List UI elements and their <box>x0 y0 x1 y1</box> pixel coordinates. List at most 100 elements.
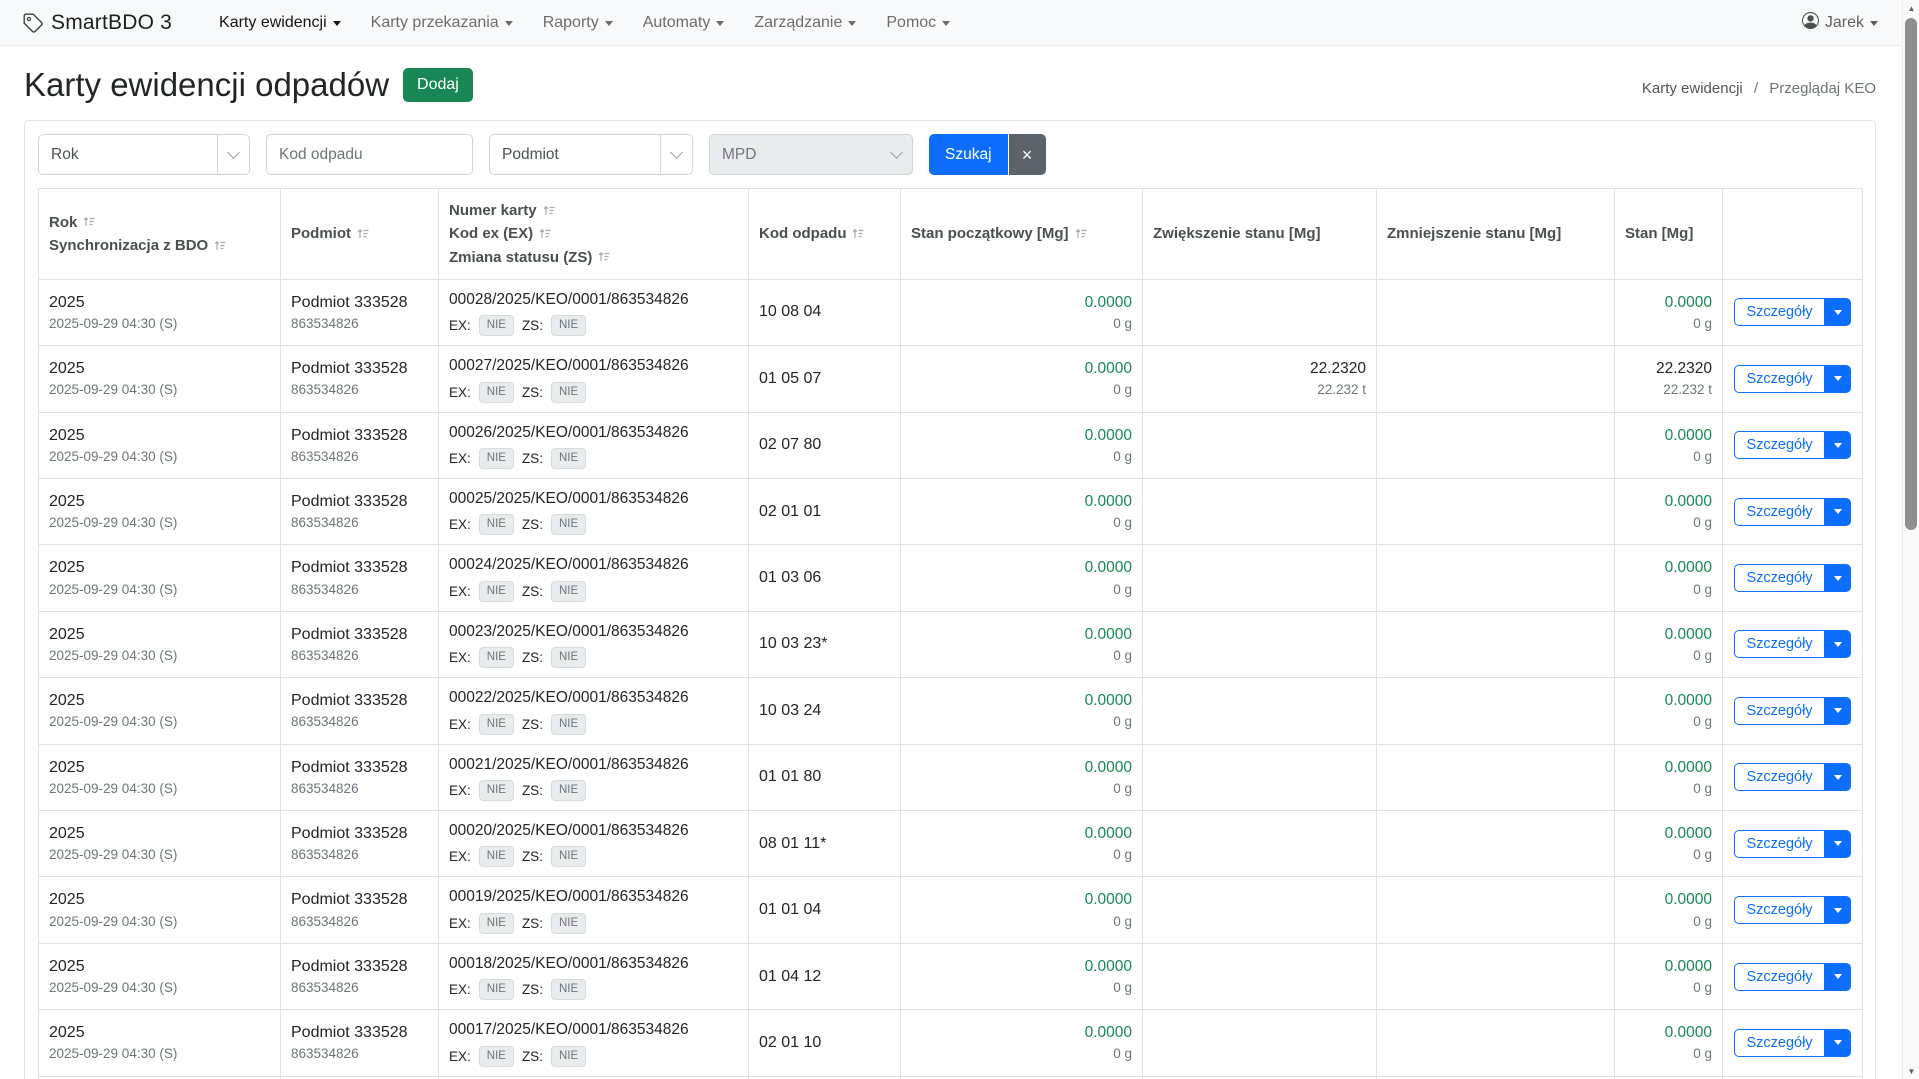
details-dropdown-toggle[interactable] <box>1825 564 1851 592</box>
details-dropdown-toggle[interactable] <box>1825 630 1851 658</box>
col-numer-karty[interactable]: Numer karty Kod ex (EX) Zmiana statusu (… <box>439 189 749 280</box>
details-dropdown-toggle[interactable] <box>1825 896 1851 924</box>
cell-kod-odpadu: 01 03 06 <box>749 545 901 611</box>
details-button[interactable]: Szczegóły <box>1734 498 1824 526</box>
details-dropdown-toggle[interactable] <box>1825 763 1851 791</box>
cell-stan-poczatkowy: 0.0000 0 g <box>901 744 1143 810</box>
col-rok-sync[interactable]: Rok Synchronizacja z BDO <box>39 189 281 280</box>
details-button[interactable]: Szczegóły <box>1734 298 1824 326</box>
cell-zwiekszenie <box>1143 611 1377 677</box>
details-button[interactable]: Szczegóły <box>1734 564 1824 592</box>
scroll-down-arrow[interactable]: ▼ <box>1903 1063 1919 1079</box>
sort-icon <box>543 205 556 217</box>
cell-zwiekszenie <box>1143 744 1377 810</box>
kod-odpadu-input[interactable] <box>266 134 473 175</box>
clear-search-button[interactable]: × <box>1009 134 1046 175</box>
cell-actions: Szczegóły <box>1723 1010 1863 1076</box>
breadcrumb-karty-ewidencji[interactable]: Karty ewidencji <box>1642 80 1743 97</box>
chevron-down-icon <box>1834 509 1842 514</box>
details-button[interactable]: Szczegóły <box>1734 431 1824 459</box>
cell-podmiot: Podmiot 333528 863534826 <box>281 877 439 943</box>
details-dropdown-toggle[interactable] <box>1825 963 1851 991</box>
cell-zmniejszenie <box>1377 877 1615 943</box>
col-stan: Stan [Mg] <box>1615 189 1723 280</box>
table-header-row: Rok Synchronizacja z BDO Podmiot Numer k… <box>39 189 1863 280</box>
cell-kod-odpadu: 02 07 80 <box>749 412 901 478</box>
cell-stan: 0.0000 0 g <box>1615 412 1723 478</box>
details-dropdown-toggle[interactable] <box>1825 498 1851 526</box>
details-button[interactable]: Szczegóły <box>1734 963 1824 991</box>
nav-item-karty-przekazania[interactable]: Karty przekazania <box>356 4 528 42</box>
cell-kod-odpadu: 01 04 12 <box>749 943 901 1009</box>
page-header: Karty ewidencji odpadów Dodaj Karty ewid… <box>0 46 1902 116</box>
col-kod-odpadu[interactable]: Kod odpadu <box>749 189 901 280</box>
ex-badge: NIE <box>479 647 514 668</box>
add-button[interactable]: Dodaj <box>403 68 473 102</box>
vertical-scrollbar[interactable]: ▲ ▼ <box>1902 0 1919 1079</box>
nav-item-karty-ewidencji[interactable]: Karty ewidencji <box>204 4 356 42</box>
details-dropdown-toggle[interactable] <box>1825 697 1851 725</box>
cell-numer-karty: 00028/2025/KEO/0001/863534826 EX: NIE ZS… <box>439 279 749 345</box>
zs-badge: NIE <box>551 979 586 1000</box>
scroll-up-arrow[interactable]: ▲ <box>1903 0 1919 16</box>
chevron-down-icon <box>1834 1040 1842 1045</box>
cell-stan: 0.0000 0 g <box>1615 744 1723 810</box>
cell-stan-poczatkowy: 0.0000 0 g <box>901 478 1143 544</box>
search-button[interactable]: Szukaj <box>929 134 1008 175</box>
cell-zmniejszenie <box>1377 1010 1615 1076</box>
cell-stan-poczatkowy: 0.0000 0 g <box>901 943 1143 1009</box>
brand[interactable]: SmartBDO 3 <box>22 11 172 35</box>
nav-item-automaty[interactable]: Automaty <box>628 4 740 42</box>
scrollbar-thumb[interactable] <box>1905 18 1917 530</box>
chevron-down-icon <box>848 21 856 26</box>
zs-badge: NIE <box>551 1046 586 1067</box>
user-menu[interactable]: Jarek <box>1802 12 1878 34</box>
rok-select[interactable]: Rok <box>38 134 250 175</box>
chevron-down-icon <box>1834 310 1842 315</box>
details-dropdown-toggle[interactable] <box>1825 830 1851 858</box>
cell-zwiekszenie: 22.2320 22.232 t <box>1143 346 1377 412</box>
cell-podmiot: Podmiot 333528 863534826 <box>281 943 439 1009</box>
sort-icon <box>852 228 865 240</box>
details-button[interactable]: Szczegóły <box>1734 896 1824 924</box>
details-button[interactable]: Szczegóły <box>1734 830 1824 858</box>
keo-table: Rok Synchronizacja z BDO Podmiot Numer k… <box>38 188 1863 1079</box>
brand-title: SmartBDO 3 <box>51 11 172 35</box>
cell-zwiekszenie <box>1143 545 1377 611</box>
cell-actions: Szczegóły <box>1723 478 1863 544</box>
nav-item-raporty[interactable]: Raporty <box>528 4 628 42</box>
details-button[interactable]: Szczegóły <box>1734 763 1824 791</box>
zs-badge: NIE <box>551 714 586 735</box>
cell-podmiot: Podmiot 333528 863534826 <box>281 478 439 544</box>
nav-item-zarzadzanie[interactable]: Zarządzanie <box>739 4 871 42</box>
nav-item-pomoc[interactable]: Pomoc <box>871 4 965 42</box>
cell-kod-odpadu: 02 01 01 <box>749 478 901 544</box>
cell-numer-karty: 00018/2025/KEO/0001/863534826 EX: NIE ZS… <box>439 943 749 1009</box>
details-dropdown-toggle[interactable] <box>1825 365 1851 393</box>
cell-actions: Szczegóły <box>1723 545 1863 611</box>
col-podmiot[interactable]: Podmiot <box>281 189 439 280</box>
ex-badge: NIE <box>479 382 514 403</box>
cell-zwiekszenie <box>1143 678 1377 744</box>
details-dropdown-toggle[interactable] <box>1825 431 1851 459</box>
sort-icon <box>214 240 227 252</box>
ex-badge: NIE <box>479 979 514 1000</box>
ex-badge: NIE <box>479 714 514 735</box>
details-button[interactable]: Szczegóły <box>1734 630 1824 658</box>
cell-rok: 2025 2025-09-29 04:30 (S) <box>39 943 281 1009</box>
col-stan-poczatkowy[interactable]: Stan początkowy [Mg] <box>901 189 1143 280</box>
cell-zmniejszenie <box>1377 346 1615 412</box>
table-row: 2025 2025-09-29 04:30 (S) Podmiot 333528… <box>39 1010 1863 1076</box>
cell-rok: 2025 2025-09-29 04:30 (S) <box>39 545 281 611</box>
details-button[interactable]: Szczegóły <box>1734 697 1824 725</box>
cell-actions: Szczegóły <box>1723 811 1863 877</box>
details-dropdown-toggle[interactable] <box>1825 298 1851 326</box>
details-dropdown-toggle[interactable] <box>1825 1029 1851 1057</box>
mpd-select[interactable]: MPD <box>709 134 913 175</box>
cell-numer-karty: 00027/2025/KEO/0001/863534826 EX: NIE ZS… <box>439 346 749 412</box>
cell-kod-odpadu: 01 01 80 <box>749 744 901 810</box>
podmiot-select[interactable]: Podmiot <box>489 134 693 175</box>
chevron-down-icon <box>716 21 724 26</box>
details-button[interactable]: Szczegóły <box>1734 1029 1824 1057</box>
details-button[interactable]: Szczegóły <box>1734 365 1824 393</box>
